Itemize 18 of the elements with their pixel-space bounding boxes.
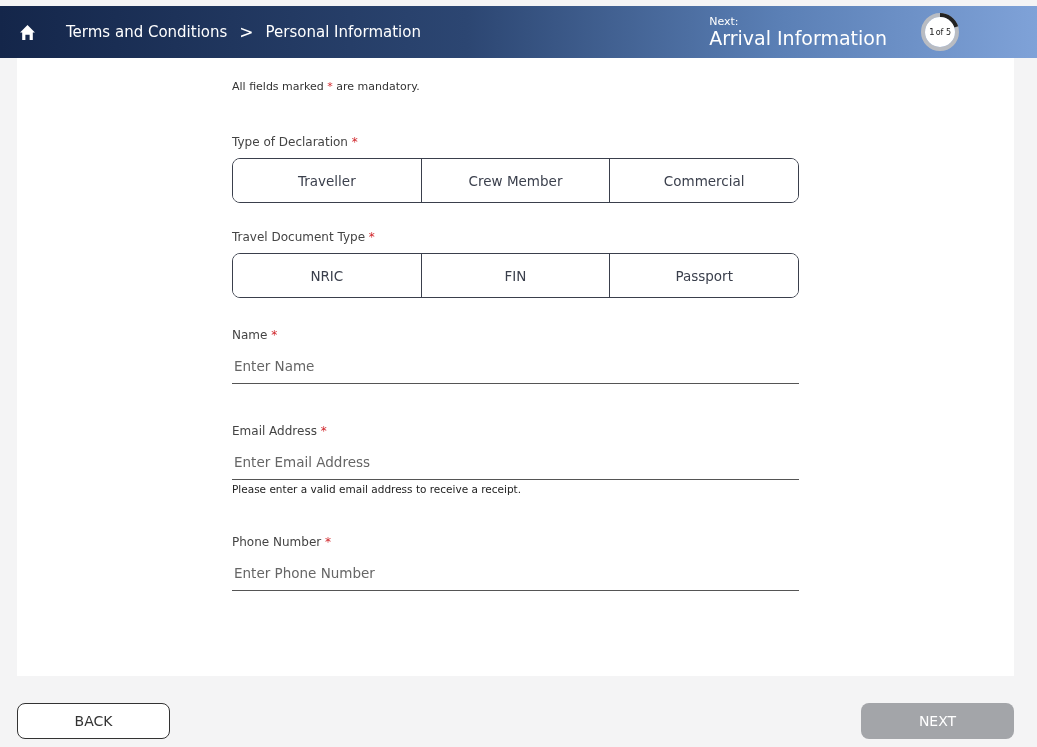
next-label: Next: [709,15,740,27]
step-number: 1 [928,27,935,37]
field-label: Name * [232,328,279,342]
step-total: of 5 [935,27,952,37]
field-label: Type of Declaration * [232,135,359,149]
field-label: Email Address * [232,424,328,438]
field-hint: Please enter a valid email address to receive a receipt. [232,483,523,495]
breadcrumb-item: Personal Information [265,23,421,41]
home-icon[interactable] [19,23,36,41]
chevron-icon: > [239,22,254,42]
field-label: Phone Number * [232,535,332,549]
back-button[interactable]: BACK [17,703,170,739]
option-button[interactable]: Commercial [609,159,798,202]
option-button[interactable]: Passport [609,254,798,297]
next-step-title: Arrival Information [709,26,887,49]
field-label: Travel Document Type * [232,230,376,244]
mandatory-notice: All fields marked * are mandatory. [232,80,421,93]
breadcrumb-item[interactable]: Terms and Conditions [66,23,228,41]
